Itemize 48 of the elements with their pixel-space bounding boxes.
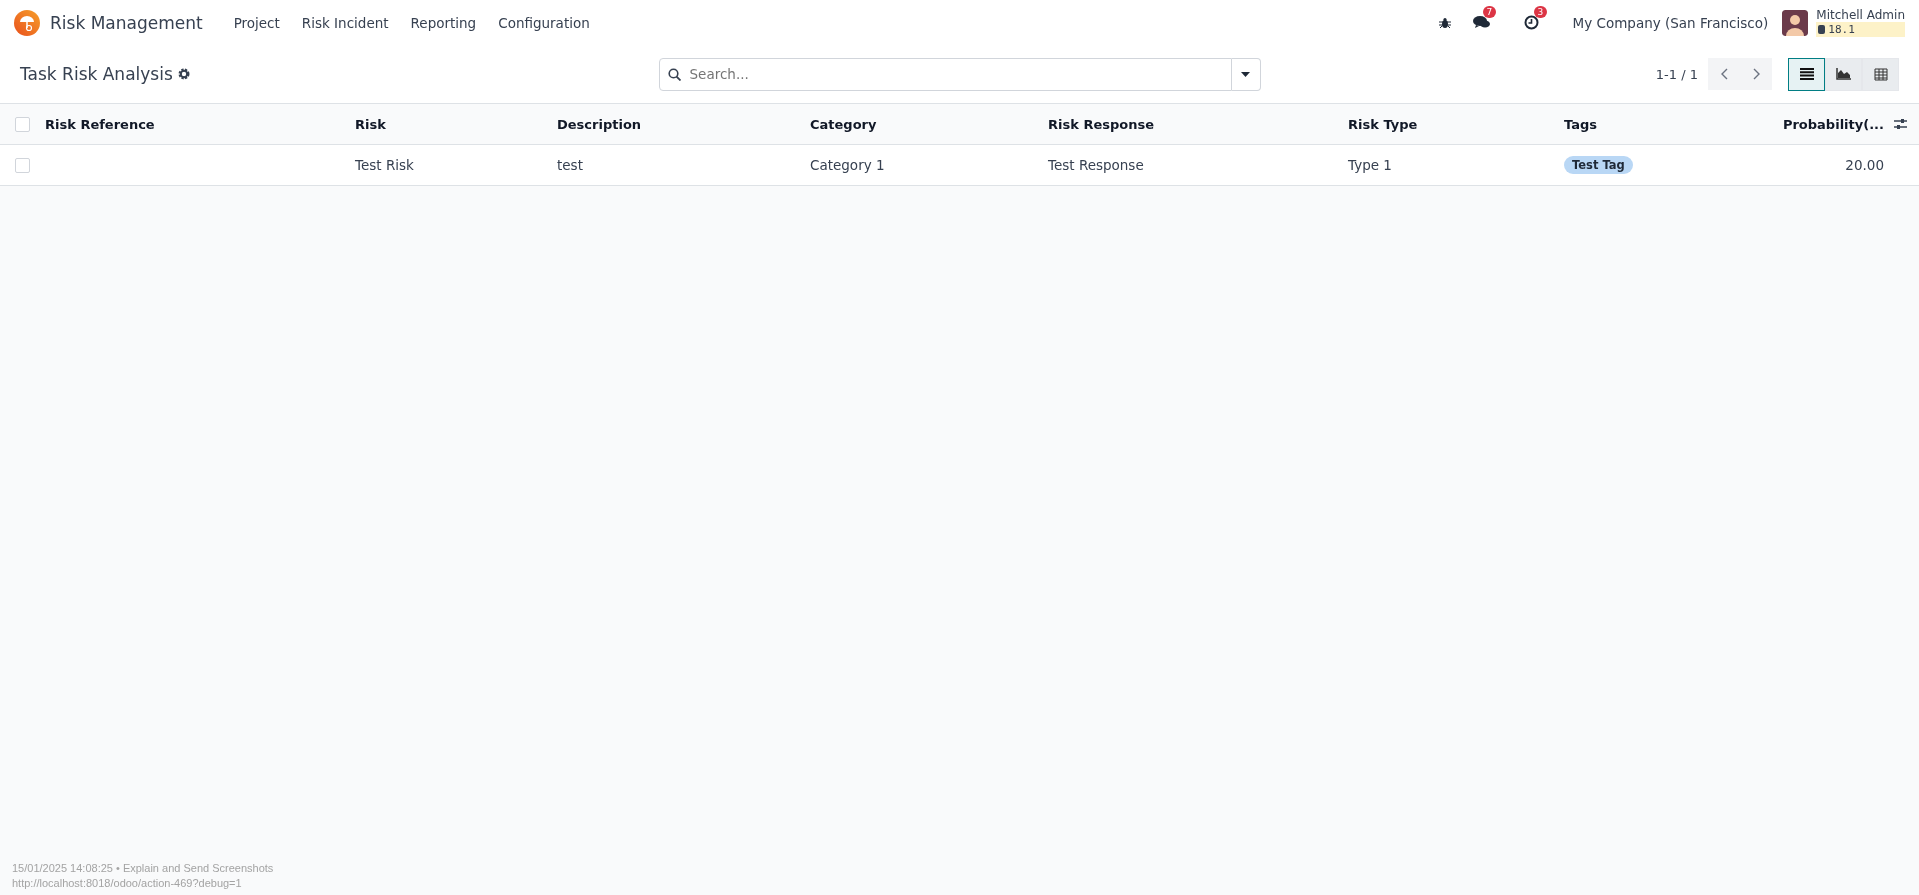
app-name[interactable]: Risk Management bbox=[50, 12, 203, 33]
message-count-badge: 7 bbox=[1482, 6, 1497, 18]
table-icon bbox=[1873, 67, 1888, 81]
search-options-button[interactable] bbox=[1231, 57, 1261, 91]
umbrella-logo-icon[interactable] bbox=[14, 9, 40, 36]
clock-icon[interactable] bbox=[1523, 15, 1539, 30]
table-cell: Type 1 bbox=[1348, 157, 1392, 173]
column-header[interactable]: Category bbox=[810, 116, 877, 132]
avatar-icon[interactable] bbox=[1782, 9, 1809, 36]
menu-item[interactable]: Configuration bbox=[487, 14, 601, 31]
menu-item[interactable]: Risk Incident bbox=[290, 14, 400, 31]
chevron-right-icon bbox=[1752, 68, 1760, 80]
row-checkbox[interactable] bbox=[15, 157, 30, 173]
page-url: http://localhost:8018/odoo/action-469?debug=1 bbox=[12, 876, 243, 889]
column-header[interactable]: Tags bbox=[1564, 116, 1597, 132]
select-all-checkbox[interactable] bbox=[15, 116, 30, 132]
tag: Test Tag bbox=[1564, 156, 1633, 174]
table-cell: 20.00 bbox=[1845, 157, 1884, 173]
chat-icon[interactable] bbox=[1472, 15, 1490, 30]
area-chart-icon bbox=[1836, 68, 1851, 80]
menu-item[interactable]: Project bbox=[222, 14, 291, 31]
table-cell: test bbox=[557, 157, 583, 173]
column-header[interactable]: Probability(... bbox=[1782, 116, 1884, 132]
table-cell: Category 1 bbox=[810, 157, 885, 173]
user-name[interactable]: Mitchell Admin bbox=[1816, 8, 1905, 22]
column-header[interactable]: Risk bbox=[355, 116, 386, 132]
column-header[interactable]: Description bbox=[557, 116, 642, 132]
company-switcher[interactable]: My Company (San Francisco) bbox=[1572, 14, 1769, 31]
database-icon bbox=[1818, 25, 1826, 34]
pager-range[interactable]: 1-1 / 1 bbox=[1655, 66, 1698, 82]
screenshot-caption: 15/01/2025 14:08:25 • Explain and Send Screenshots bbox=[12, 861, 275, 874]
view-switch-button[interactable] bbox=[1788, 57, 1825, 91]
column-header[interactable]: Risk Type bbox=[1348, 116, 1418, 132]
list-icon bbox=[1799, 68, 1814, 80]
menu-item[interactable]: Reporting bbox=[399, 14, 488, 31]
table-cell: Test Risk bbox=[355, 157, 414, 173]
column-header[interactable]: Risk Reference bbox=[45, 116, 155, 132]
table-cell: Test Response bbox=[1048, 157, 1144, 173]
caret-icon bbox=[1241, 71, 1250, 77]
activity-count-badge: 3 bbox=[1533, 6, 1548, 18]
settings-icon[interactable] bbox=[177, 68, 190, 80]
sliders-icon[interactable] bbox=[1894, 118, 1907, 130]
page-title: Task Risk Analysis bbox=[20, 64, 173, 84]
bug-icon[interactable] bbox=[1438, 16, 1451, 29]
database-version: 18.1 bbox=[1816, 22, 1905, 37]
column-header[interactable]: Risk Response bbox=[1048, 116, 1154, 132]
chevron-left-icon bbox=[1720, 68, 1728, 80]
search-field[interactable]: Search... bbox=[658, 57, 1232, 91]
